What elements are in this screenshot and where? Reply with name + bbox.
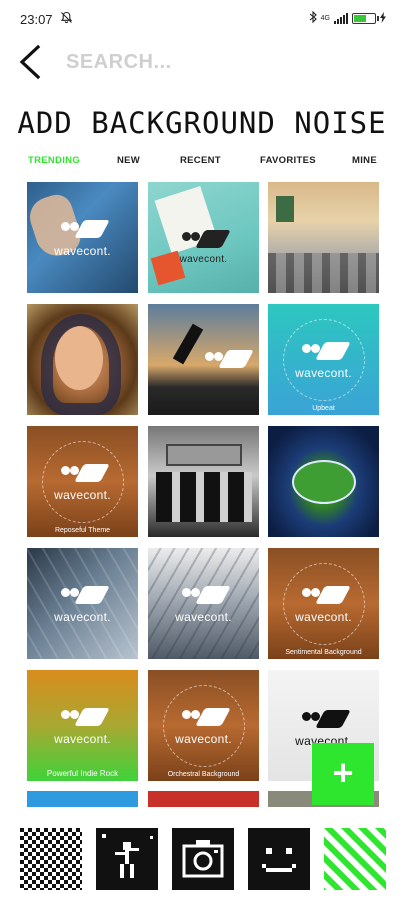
status-bar: 23:07 4G	[0, 0, 404, 38]
status-time: 23:07	[20, 12, 53, 27]
wavecont-logo: wavecont.	[27, 464, 138, 502]
sound-tile-orchestral-background[interactable]: wavecont. Orchestral Background	[148, 670, 259, 781]
tile-caption: Orchestral Background	[167, 771, 240, 778]
sound-tile-upbeat[interactable]: wavecont. Upbeat	[268, 304, 379, 415]
network-label: 4G	[320, 15, 330, 22]
wavecont-logo: wavecont.	[148, 708, 259, 746]
sound-tile-powerful-indie-rock[interactable]: wavecont. Powerful Indie Rock	[27, 670, 138, 781]
wavecont-logo: wavecont.	[148, 586, 259, 624]
wavecont-logo: wavecont.	[268, 586, 379, 624]
sound-grid: wavecont. wavecont. wavecont. Upbeat wav…	[0, 182, 404, 807]
tab-trending[interactable]: TRENDING	[28, 155, 80, 166]
sound-tile-partial[interactable]	[27, 791, 138, 807]
tile-caption: Sentimental Background	[285, 649, 362, 656]
wavecont-logo: wavecont.	[27, 708, 138, 746]
tile-caption: Upbeat	[312, 405, 335, 412]
wavecont-logo: wavecont.	[27, 220, 138, 258]
tab-mine[interactable]: MINE	[352, 155, 377, 166]
tab-new[interactable]: NEW	[117, 155, 140, 166]
battery-icon	[352, 13, 379, 24]
tab-bar: TRENDING NEW RECENT FAVORITES MINE	[0, 155, 404, 171]
tab-favorites[interactable]: FAVORITES	[260, 155, 316, 166]
sound-tile-skyscraper-grey[interactable]: wavecont.	[148, 548, 259, 659]
bluetooth-icon	[309, 10, 317, 26]
sound-tile-painting[interactable]	[27, 304, 138, 415]
green-stripes-icon	[324, 828, 386, 890]
tile-caption: Reposeful Theme	[54, 527, 111, 534]
sound-tile-sentimental-background[interactable]: wavecont. Sentimental Background	[268, 548, 379, 659]
charging-bolt-icon	[380, 11, 386, 26]
sound-tile-stadium[interactable]	[268, 426, 379, 537]
search-input[interactable]	[66, 46, 376, 78]
sound-tile-guitar[interactable]: wavecont.	[27, 182, 138, 293]
checkerboard-icon	[20, 828, 82, 890]
wavecont-logo: wavecont.	[148, 230, 259, 265]
signal-icon	[334, 13, 348, 24]
checkerboard-button[interactable]	[20, 828, 82, 890]
sound-tile-office[interactable]: wavecont.	[148, 182, 259, 293]
wavecont-logo: wavecont.	[268, 342, 379, 380]
add-icon: +	[332, 752, 354, 793]
sound-tile-coffin-dance[interactable]	[148, 426, 259, 537]
status-icons: 4G	[309, 10, 386, 26]
camera-button[interactable]	[172, 828, 234, 890]
sound-tile-reposeful-theme[interactable]: wavecont. Reposeful Theme	[27, 426, 138, 537]
tile-caption: Powerful Indie Rock	[46, 769, 119, 778]
sound-tile-airport[interactable]	[268, 182, 379, 293]
dancing-figure-button[interactable]	[96, 828, 158, 890]
back-chevron-icon	[19, 44, 41, 80]
add-button[interactable]: +	[312, 743, 374, 805]
dancing-figure-icon	[96, 828, 158, 890]
smiley-face-button[interactable]	[248, 828, 310, 890]
mute-notifications-icon	[60, 11, 73, 27]
smiley-face-icon	[248, 828, 310, 890]
sound-tile-skyscraper-blue[interactable]: wavecont.	[27, 548, 138, 659]
bottom-toolbar	[0, 814, 404, 900]
page-title: ADD BACKGROUND NOISE	[17, 106, 387, 140]
sound-tile-sunset-jump[interactable]	[148, 304, 259, 415]
green-stripes-button[interactable]	[324, 828, 386, 890]
wavecont-logo	[194, 350, 259, 372]
back-button[interactable]	[16, 44, 50, 80]
sound-tile-partial[interactable]	[148, 791, 259, 807]
camera-icon	[172, 828, 234, 890]
wavecont-logo: wavecont.	[27, 586, 138, 624]
tab-recent[interactable]: RECENT	[180, 155, 221, 166]
